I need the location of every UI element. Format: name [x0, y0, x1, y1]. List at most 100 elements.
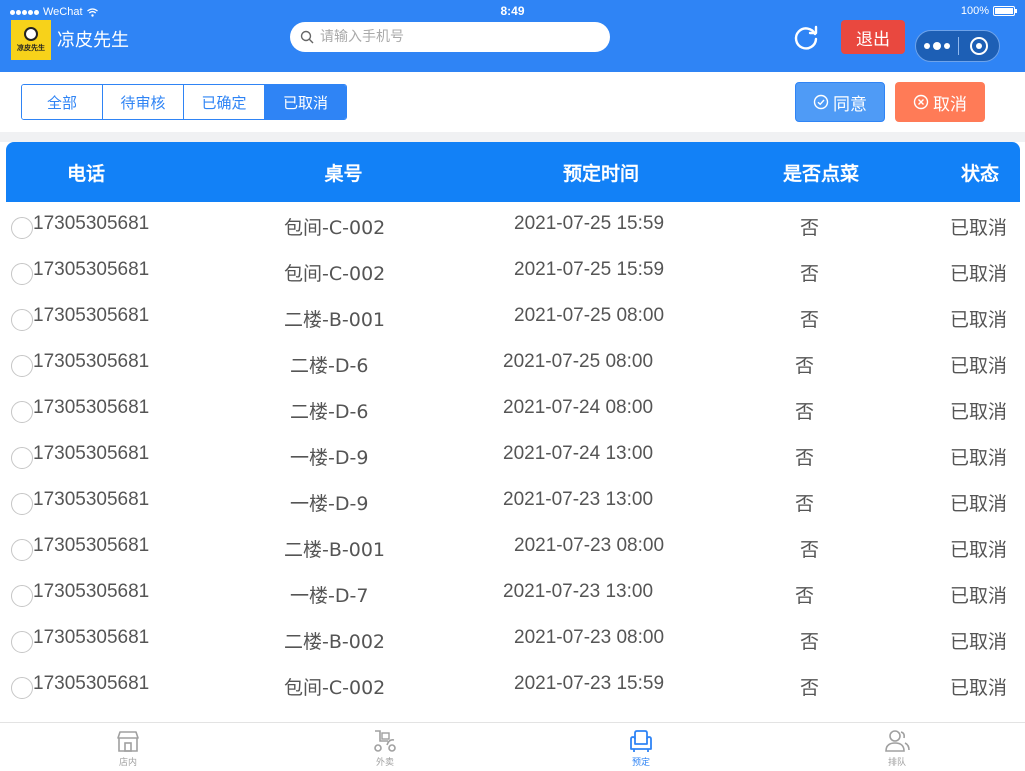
tabbar-item-reservation[interactable]: 预定 [611, 727, 671, 768]
cell-ordered: 否 [800, 677, 820, 699]
search-bar[interactable] [290, 22, 610, 52]
tabbar-item-store[interactable]: 店内 [98, 727, 158, 768]
cell-ordered: 否 [800, 263, 820, 285]
table-row[interactable]: 17305305681 二楼-B-001 2021-07-23 08:00 否 已取消 [0, 524, 1025, 570]
cell-table: 包间-C-002 [284, 217, 386, 239]
cell-status: 已取消 [950, 447, 1008, 469]
cell-status: 已取消 [950, 217, 1008, 239]
cell-phone: 17305305681 [33, 535, 150, 556]
agree-button[interactable]: 同意 [795, 82, 885, 122]
shop-logo: 凉皮先生 [11, 20, 51, 60]
row-select-radio[interactable] [11, 355, 33, 377]
more-icon[interactable] [916, 41, 958, 50]
cell-reservation-time: 2021-07-25 15:59 [514, 213, 665, 234]
cell-phone: 17305305681 [33, 259, 150, 280]
close-miniprogram-icon[interactable] [959, 37, 999, 55]
row-select-radio[interactable] [11, 447, 33, 469]
logo-text: 凉皮先生 [17, 44, 45, 52]
column-header-status: 状态 [960, 162, 999, 185]
cell-table: 二楼-D-6 [290, 401, 369, 423]
cell-ordered: 否 [795, 355, 815, 377]
tabbar-label-queue: 排队 [887, 758, 906, 768]
armchair-icon [630, 730, 652, 752]
row-select-radio[interactable] [11, 401, 33, 423]
logout-button[interactable]: 退出 [841, 20, 905, 54]
tab-confirmed[interactable]: 已确定 [184, 85, 265, 119]
cell-phone: 17305305681 [33, 581, 150, 602]
tab-cancelled[interactable]: 已取消 [265, 85, 346, 119]
row-select-radio[interactable] [11, 263, 33, 285]
cell-ordered: 否 [800, 631, 820, 653]
table-row[interactable]: 17305305681 包间-C-002 2021-07-25 15:59 否 已取消 [0, 248, 1025, 294]
cell-reservation-time: 2021-07-23 15:59 [514, 673, 665, 694]
tabbar-label-delivery: 外卖 [375, 758, 394, 768]
shop-name: 凉皮先生 [57, 30, 129, 51]
cell-ordered: 否 [800, 217, 820, 239]
search-icon [300, 30, 314, 44]
people-icon [885, 730, 910, 752]
column-header-ordered: 是否点菜 [782, 162, 859, 185]
cell-reservation-time: 2021-07-24 08:00 [503, 397, 654, 418]
column-header-table: 桌号 [324, 162, 363, 185]
top-header: WeChat 8:49 100% 凉皮先生 凉皮先生 退出 [0, 0, 1025, 72]
row-select-radio[interactable] [11, 309, 33, 331]
cancel-button[interactable]: 取消 [895, 82, 985, 122]
row-select-radio[interactable] [11, 585, 33, 607]
column-header-phone: 电话 [66, 162, 105, 185]
table-row[interactable]: 17305305681 包间-C-002 2021-07-23 15:59 否 已取消 [0, 662, 1025, 708]
refresh-icon[interactable] [791, 23, 821, 53]
cell-ordered: 否 [795, 493, 815, 515]
cell-table: 二楼-B-002 [284, 631, 386, 653]
cell-phone: 17305305681 [33, 443, 150, 464]
table-row[interactable]: 17305305681 包间-C-002 2021-07-25 15:59 否 已取消 [0, 202, 1025, 248]
cell-status: 已取消 [950, 493, 1008, 515]
tab-all[interactable]: 全部 [22, 85, 103, 119]
cell-status: 已取消 [950, 631, 1008, 653]
cell-status: 已取消 [950, 355, 1008, 377]
cell-ordered: 否 [795, 401, 815, 423]
table-row[interactable]: 17305305681 二楼-D-6 2021-07-24 08:00 否 已取消 [0, 386, 1025, 432]
table-header: 电话 桌号 预定时间 是否点菜 状态 [6, 142, 1020, 202]
table-row[interactable]: 17305305681 一楼-D-7 2021-07-23 13:00 否 已取消 [0, 570, 1025, 616]
status-tabs: 全部 待审核 已确定 已取消 [21, 84, 347, 120]
table-row[interactable]: 17305305681 一楼-D-9 2021-07-24 13:00 否 已取消 [0, 432, 1025, 478]
tabbar-label-store: 店内 [118, 758, 137, 768]
cell-reservation-time: 2021-07-23 13:00 [503, 581, 654, 602]
logo-mascot-icon [24, 27, 38, 41]
cell-table: 一楼-D-9 [290, 447, 369, 469]
tabbar-item-delivery[interactable]: 外卖 [355, 727, 415, 768]
row-select-radio[interactable] [11, 631, 33, 653]
filter-toolbar: 全部 待审核 已确定 已取消 同意 取消 [0, 72, 1025, 132]
cell-reservation-time: 2021-07-25 08:00 [503, 351, 654, 372]
table-row[interactable]: 17305305681 二楼-D-6 2021-07-25 08:00 否 已取消 [0, 340, 1025, 386]
row-select-radio[interactable] [11, 539, 33, 561]
cell-status: 已取消 [950, 677, 1008, 699]
close-circle-icon [913, 94, 929, 110]
cell-status: 已取消 [950, 401, 1008, 423]
cell-status: 已取消 [950, 539, 1008, 561]
agree-label: 同意 [833, 94, 867, 115]
table-row[interactable]: 17305305681 二楼-B-001 2021-07-25 08:00 否 已取消 [0, 294, 1025, 340]
tabbar-label-reservation: 预定 [631, 758, 650, 768]
reservation-table: 17305305681 包间-C-002 2021-07-25 15:59 否已取消 1… [0, 202, 1025, 722]
cell-reservation-time: 2021-07-23 08:00 [514, 535, 665, 556]
row-select-radio[interactable] [11, 217, 33, 239]
battery-icon [993, 6, 1017, 16]
store-icon [117, 731, 139, 752]
cell-reservation-time: 2021-07-25 08:00 [514, 305, 665, 326]
section-divider [0, 132, 1025, 142]
row-select-radio[interactable] [11, 493, 33, 515]
cell-reservation-time: 2021-07-24 13:00 [503, 443, 654, 464]
tab-pending[interactable]: 待审核 [103, 85, 184, 119]
table-row[interactable]: 17305305681 二楼-B-002 2021-07-23 08:00 否 已取消 [0, 616, 1025, 662]
tabbar-item-queue[interactable]: 排队 [867, 727, 927, 768]
status-battery: 100% [960, 5, 1017, 17]
table-row[interactable]: 17305305681 一楼-D-9 2021-07-23 13:00 否 已取消 [0, 478, 1025, 524]
cell-ordered: 否 [795, 585, 815, 607]
cell-table: 二楼-B-001 [284, 309, 386, 331]
battery-percent: 100% [960, 5, 989, 17]
phone-search-input[interactable] [320, 29, 590, 45]
cell-status: 已取消 [950, 585, 1008, 607]
scooter-icon [374, 730, 396, 752]
row-select-radio[interactable] [11, 677, 33, 699]
